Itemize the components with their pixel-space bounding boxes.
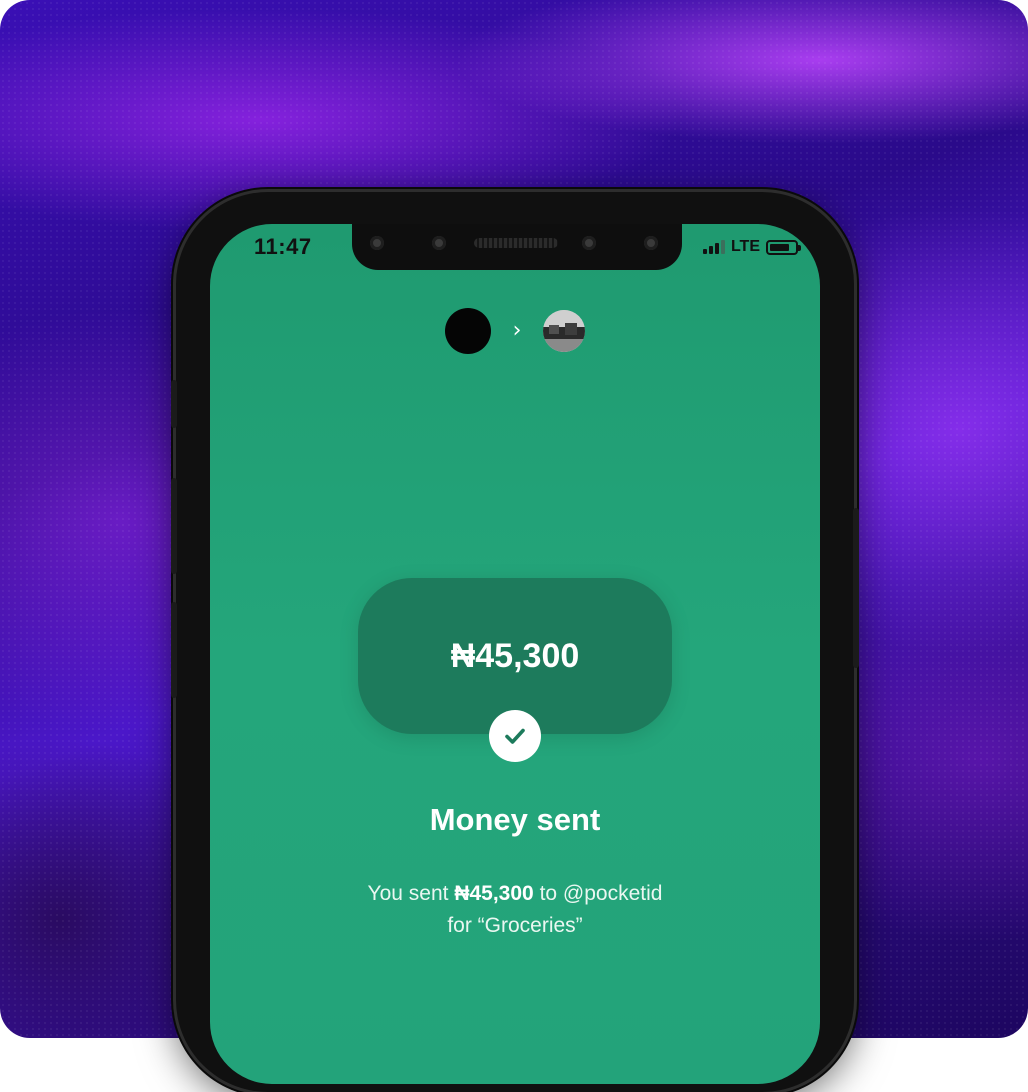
message-prefix: You sent [367, 882, 449, 905]
transfer-parties: › [210, 308, 820, 354]
amount-value: ₦45,300 [450, 636, 580, 675]
sensor-dot [370, 236, 384, 250]
earpiece-speaker [474, 238, 558, 248]
chevron-right-icon: › [512, 318, 522, 343]
status-indicators: LTE [702, 238, 801, 256]
battery-level [770, 243, 789, 251]
recipient-avatar [543, 310, 586, 352]
power-button [853, 508, 859, 668]
battery-icon [766, 239, 801, 255]
notch [352, 224, 682, 270]
mute-switch [171, 380, 177, 428]
sensor-dot [432, 236, 446, 250]
message-recipient: to @pocketid [539, 882, 663, 905]
signal-icon [702, 240, 725, 254]
success-badge [489, 710, 541, 762]
volume-up-button [171, 478, 177, 574]
check-icon [505, 728, 525, 744]
message-amount: ₦45,300 [454, 882, 534, 905]
sensor-dot [582, 236, 596, 250]
status-title: Money sent [429, 802, 601, 837]
status-time: 11:47 [254, 234, 312, 259]
volume-down-button [171, 602, 177, 698]
app-screen: 11:47 LTE › ₦45,300 Money sent You sent … [210, 224, 820, 1084]
sender-avatar [444, 308, 491, 354]
phone-frame: 11:47 LTE › ₦45,300 Money sent You sent … [171, 192, 859, 1092]
message-note: for “Groceries” [447, 914, 583, 937]
transfer-message: You sent ₦45,300 to @pocketid for “Groce… [270, 878, 760, 942]
front-camera [644, 236, 658, 250]
network-type: LTE [730, 238, 760, 255]
